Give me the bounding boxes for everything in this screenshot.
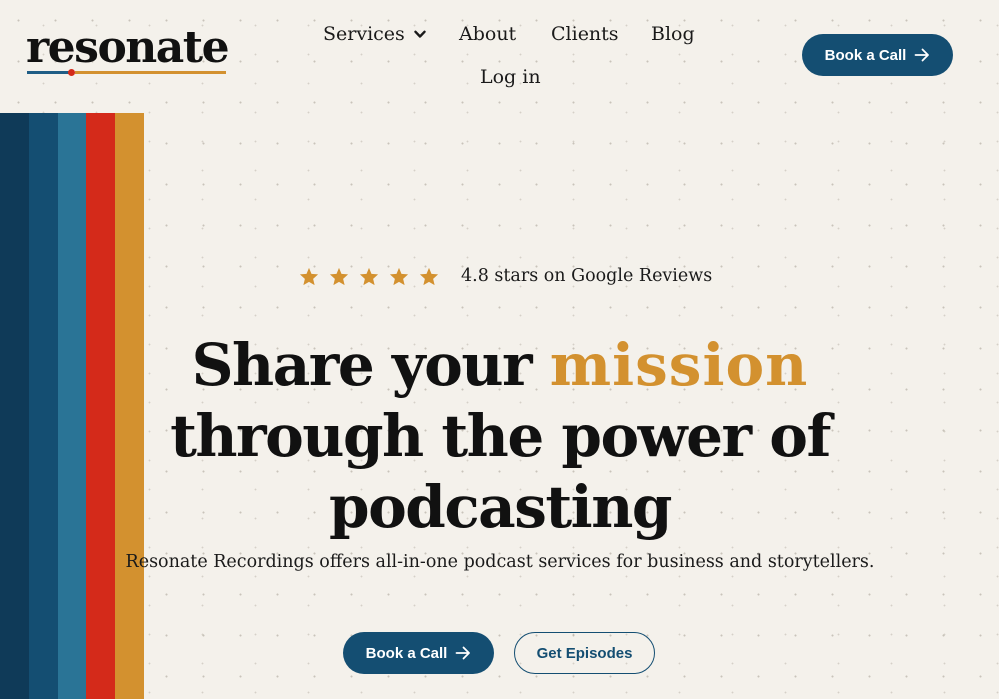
stripe-3 [57,113,87,699]
hero-subtext: Resonate Recordings offers all-in-one po… [125,552,875,572]
headline-line-1: Share your mission [100,330,900,401]
stripe-2 [28,113,58,699]
stripe-1 [0,113,29,699]
hero-book-call-label: Book a Call [365,644,448,662]
logo-dot [68,69,75,76]
rating: 4.8 stars on Google Reviews [299,266,712,286]
arrow-right-icon [914,48,930,62]
arrow-right-icon [455,646,471,660]
nav-services-label: Services [323,23,405,45]
nav-clients[interactable]: Clients [551,22,619,46]
star-icon [389,267,409,286]
headline-line-3: podcasting [329,473,672,541]
logo-underline-gold [75,71,226,74]
headline-line-2: through the power of [170,402,831,470]
header-book-call-label: Book a Call [824,46,907,64]
get-episodes-button[interactable]: Get Episodes [514,632,655,674]
star-icon [329,267,349,286]
star-icon [299,267,319,286]
hero-book-call-button[interactable]: Book a Call [343,632,494,674]
star-icon [359,267,379,286]
nav-login[interactable]: Log in [480,65,541,89]
nav-about[interactable]: About [459,22,516,46]
logo-underline-blue [27,71,69,74]
nav-services[interactable]: Services [323,22,426,46]
headline-line-1-text: Share your [191,331,550,399]
rating-text: 4.8 stars on Google Reviews [461,266,713,286]
logo[interactable]: resonate [26,22,230,80]
header-book-call-button[interactable]: Book a Call [802,34,953,76]
star-rating [299,267,439,286]
logo-text: resonate [26,22,230,73]
get-episodes-label: Get Episodes [536,644,633,662]
hero-headline: Share your mission through the power of … [100,330,900,543]
star-icon [419,267,439,286]
headline-accent-word: mission [549,331,809,399]
chevron-down-icon [414,30,426,39]
nav-blog[interactable]: Blog [651,22,695,46]
